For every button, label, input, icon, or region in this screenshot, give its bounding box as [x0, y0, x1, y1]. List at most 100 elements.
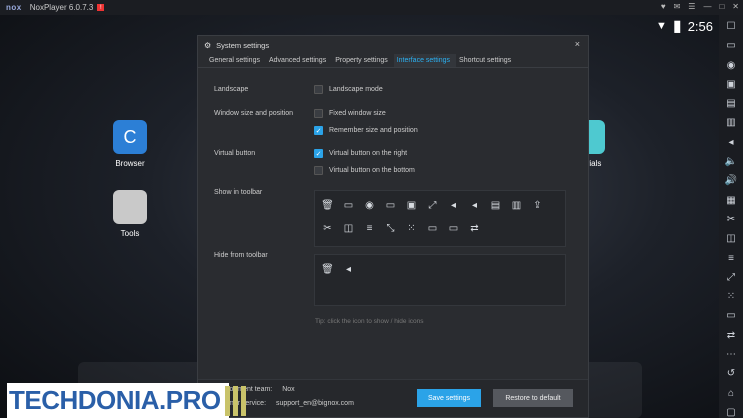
- remember-size-checkbox[interactable]: ✓: [314, 126, 323, 135]
- more-icon[interactable]: ⋯: [726, 349, 736, 361]
- scissors-icon[interactable]: ✂: [727, 214, 735, 226]
- volume-up-icon[interactable]: 🔊: [725, 175, 737, 187]
- watermark-bars: [224, 385, 246, 416]
- tab-interface[interactable]: Interface settings: [393, 54, 457, 67]
- toolbar-option-icon[interactable]: ▭: [340, 197, 357, 214]
- toolbar-option-icon[interactable]: ▭: [445, 220, 462, 237]
- recents-icon[interactable]: ▢: [726, 407, 735, 418]
- tab-general[interactable]: General settings: [206, 54, 266, 67]
- option-label: Virtual button on the bottom: [329, 167, 415, 174]
- dev-team-value: Nox: [282, 386, 295, 393]
- browser-icon: C: [113, 120, 147, 154]
- toolbar-option-icon[interactable]: ▭: [382, 197, 399, 214]
- toolbar-icon[interactable]: ▥: [726, 117, 735, 129]
- save-settings-button[interactable]: Save settings: [417, 389, 481, 407]
- tools-folder-icon: [113, 190, 147, 224]
- battery-icon: ▮: [672, 18, 682, 35]
- toolbar-icon[interactable]: ▭: [726, 310, 735, 322]
- toolbar-option-icon[interactable]: ▤: [487, 197, 504, 214]
- toolbar-option-icon[interactable]: ⇄: [466, 220, 483, 237]
- virtual-bottom-option[interactable]: Virtual button on the bottom: [314, 166, 415, 175]
- clock: 2:56: [687, 18, 713, 34]
- customer-service-email[interactable]: support_en@bignox.com: [276, 400, 354, 407]
- resize-icon[interactable]: ⤢: [727, 272, 735, 284]
- landscape-mode-checkbox[interactable]: [314, 85, 323, 94]
- favorite-icon[interactable]: ♥: [661, 2, 666, 11]
- toolbar-option-icon[interactable]: ⁙: [403, 220, 420, 237]
- toolbar-option-icon[interactable]: ▭: [424, 220, 441, 237]
- mail-icon[interactable]: ✉: [674, 2, 681, 11]
- virtual-bottom-checkbox[interactable]: [314, 166, 323, 175]
- toolbar-icon[interactable]: ▤: [726, 98, 735, 110]
- menu-icon[interactable]: ☰: [688, 2, 695, 11]
- toolbar-icon[interactable]: ▦: [726, 195, 735, 207]
- toolbar-option-icon[interactable]: ◂: [445, 197, 462, 214]
- tab-property[interactable]: Property settings: [332, 54, 394, 67]
- window-titlebar: nox NoxPlayer 6.0.7.3 ! ♥ ✉ ☰ — □ ✕: [0, 0, 743, 15]
- option-label: Virtual button on the right: [329, 150, 408, 157]
- toolbar-option-icon[interactable]: 🗑: [319, 197, 336, 214]
- watermark: TECHDONIA.PRO: [7, 383, 246, 418]
- option-label: Remember size and position: [329, 127, 418, 134]
- toolbar-option-icon[interactable]: ▣: [403, 197, 420, 214]
- hide-toolbar-panel: 🗑 ◂: [314, 254, 566, 306]
- android-status-bar: ▼ ▮ 2:56: [656, 16, 713, 36]
- virtual-button-label: Virtual button: [214, 150, 256, 157]
- toolbar-option-icon[interactable]: ⤡: [382, 220, 399, 237]
- toolbar-option-icon[interactable]: ◂: [466, 197, 483, 214]
- hide-toolbar-icons: 🗑 ◂: [315, 255, 565, 284]
- toolbar-option-icon[interactable]: ⤢: [424, 197, 441, 214]
- show-toolbar-label: Show in toolbar: [214, 189, 263, 196]
- landscape-mode-option[interactable]: Landscape mode: [314, 85, 383, 94]
- toolbar-icon[interactable]: ▣: [726, 79, 735, 91]
- location-icon[interactable]: ◉: [727, 60, 736, 72]
- nox-logo: nox: [6, 3, 22, 12]
- app-label: Browser: [115, 159, 145, 168]
- toolbar-icon[interactable]: ▭: [726, 40, 735, 52]
- hide-toolbar-label: Hide from toolbar: [214, 252, 268, 259]
- toolbar-option-icon[interactable]: ▥: [508, 197, 525, 214]
- option-label: Fixed window size: [329, 110, 386, 117]
- back-icon[interactable]: ↺: [727, 368, 735, 380]
- toolbar-option-icon[interactable]: ◫: [340, 220, 357, 237]
- tab-shortcut[interactable]: Shortcut settings: [456, 54, 517, 67]
- toolbar-option-icon[interactable]: ⇪: [529, 197, 546, 214]
- show-toolbar-panel: 🗑 ▭ ◉ ▭ ▣ ⤢ ◂ ◂ ▤ ▥ ⇪ ✂ ◫ ≡ ⤡ ⁙ ▭ ▭ ⇄: [314, 190, 566, 247]
- close-icon[interactable]: ✕: [732, 2, 739, 11]
- volume-icon[interactable]: 🔈: [725, 156, 737, 168]
- app-browser[interactable]: C Browser: [113, 120, 147, 168]
- virtual-right-option[interactable]: ✓ Virtual button on the right: [314, 149, 407, 158]
- remember-size-option[interactable]: ✓ Remember size and position: [314, 126, 418, 135]
- toolbar-icon[interactable]: ≡: [728, 253, 734, 265]
- loading-icon[interactable]: ⁙: [727, 291, 735, 303]
- dialog-header: ⚙ System settings ×: [198, 36, 588, 54]
- minimize-icon[interactable]: —: [703, 2, 711, 11]
- toolbar-icon[interactable]: ◫: [726, 233, 735, 245]
- close-icon[interactable]: ×: [575, 39, 580, 49]
- tab-advanced[interactable]: Advanced settings: [266, 54, 332, 67]
- restore-default-button[interactable]: Restore to default: [493, 389, 573, 407]
- toolbar-icon[interactable]: ☐: [727, 21, 736, 33]
- wifi-icon: ▼: [655, 20, 667, 32]
- toolbar-option-icon[interactable]: 🗑: [319, 261, 336, 278]
- fixed-window-option[interactable]: Fixed window size: [314, 109, 386, 118]
- toolbar-option-icon[interactable]: ✂: [319, 220, 336, 237]
- gear-icon: ⚙: [204, 40, 212, 50]
- maximize-icon[interactable]: □: [719, 2, 724, 11]
- dialog-title: System settings: [216, 40, 270, 50]
- right-toolbar: ☐ ▭ ◉ ▣ ▤ ▥ ◂ 🔈 🔊 ▦ ✂ ◫ ≡ ⤢ ⁙ ▭ ⇄ ⋯ ↺ ⌂ …: [719, 15, 743, 418]
- volume-down-icon[interactable]: ◂: [728, 137, 733, 149]
- app-tools[interactable]: Tools: [113, 190, 147, 238]
- home-icon[interactable]: ⌂: [728, 388, 734, 400]
- window-size-label: Window size and position: [214, 110, 293, 117]
- virtual-right-checkbox[interactable]: ✓: [314, 149, 323, 158]
- update-badge[interactable]: !: [97, 4, 105, 11]
- app-label: Tools: [120, 229, 140, 238]
- toolbar-option-icon[interactable]: ≡: [361, 220, 378, 237]
- fixed-window-checkbox[interactable]: [314, 109, 323, 118]
- toolbar-option-icon[interactable]: ◂: [340, 261, 357, 278]
- show-toolbar-icons: 🗑 ▭ ◉ ▭ ▣ ⤢ ◂ ◂ ▤ ▥ ⇪ ✂ ◫ ≡ ⤡ ⁙ ▭ ▭ ⇄: [315, 191, 565, 243]
- toolbar-tip: Tip: click the icon to show / hide icons: [315, 318, 424, 325]
- sync-icon[interactable]: ⇄: [727, 330, 735, 342]
- toolbar-option-icon[interactable]: ◉: [361, 197, 378, 214]
